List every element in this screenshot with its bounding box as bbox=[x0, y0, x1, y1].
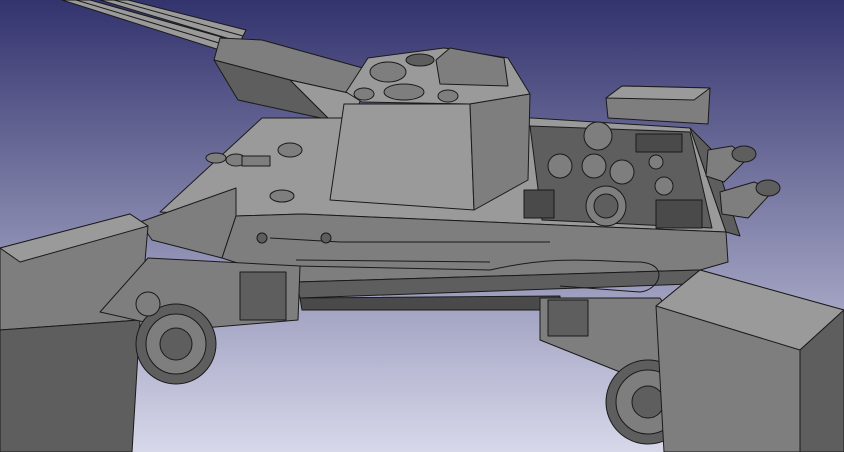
3d-viewport[interactable] bbox=[0, 0, 844, 452]
cad-scene[interactable] bbox=[0, 0, 844, 452]
engine-deck[interactable] bbox=[523, 121, 713, 229]
left-track-cover[interactable] bbox=[0, 213, 149, 452]
rear-stowage-box[interactable] bbox=[605, 85, 711, 125]
turret[interactable] bbox=[329, 47, 531, 211]
